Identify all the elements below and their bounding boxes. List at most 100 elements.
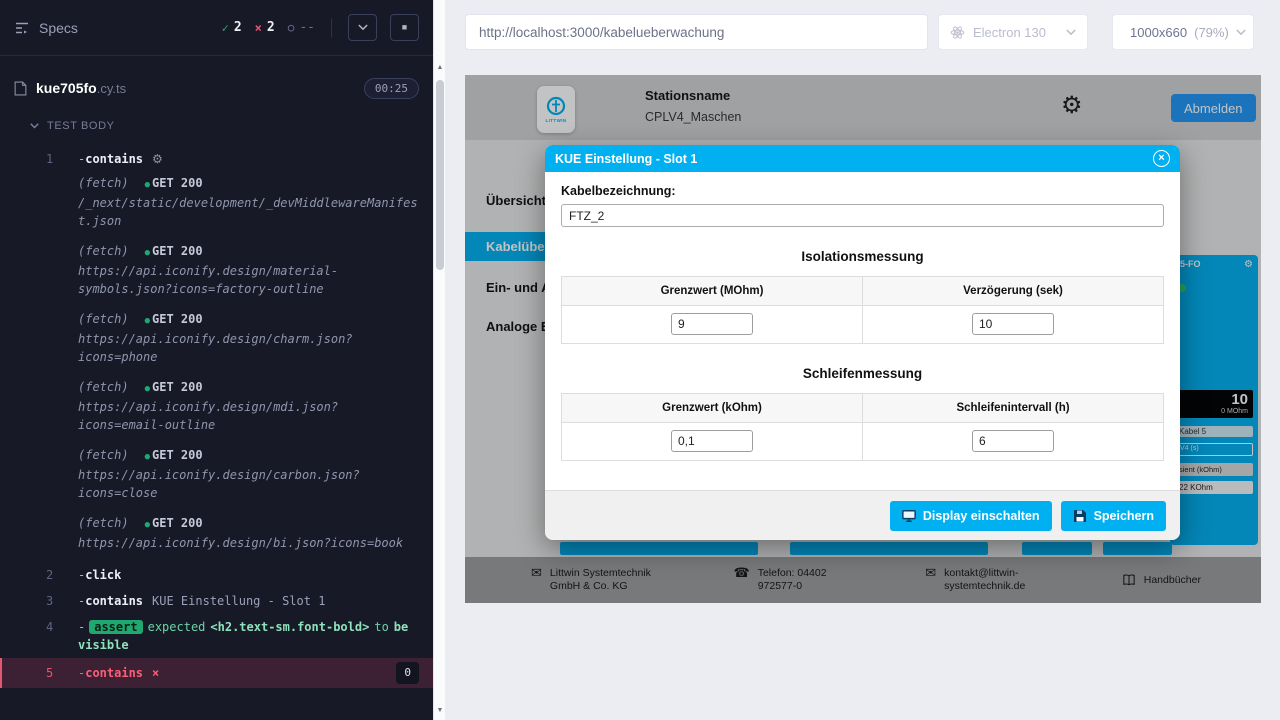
circle-icon: ○ (288, 21, 295, 34)
network-log[interactable]: (fetch)●GET 200 https://api.iconify.desi… (0, 512, 433, 556)
log-url: https://api.iconify.design/mdi.json?icon… (78, 398, 419, 434)
divider (331, 18, 332, 38)
command-number: 5 (46, 664, 78, 682)
viewport-size: 1000x660 (1130, 25, 1187, 40)
status-dot-icon: ● (145, 448, 150, 466)
command-row[interactable]: 3 -containsKUE Einstellung - Slot 1 (0, 588, 433, 614)
network-log[interactable]: (fetch)●GET 200 /_next/static/developmen… (0, 172, 433, 234)
command-row[interactable]: 2 -click (0, 562, 433, 588)
cable-name-input[interactable] (561, 204, 1164, 227)
schleifen-heading: Schleifenmessung (561, 366, 1164, 381)
iso-verzoegerung-input[interactable] (972, 313, 1054, 335)
log-method: (fetch) (78, 174, 129, 192)
log-status: GET 200 (152, 514, 203, 532)
modal-title-bar: KUE Einstellung - Slot 1 × (545, 145, 1180, 172)
electron-icon (950, 25, 965, 40)
log-method: (fetch) (78, 378, 129, 396)
retry-badge: 0 (396, 662, 419, 684)
command-row[interactable]: 1 -contains⚙ (0, 146, 433, 172)
collapse-button[interactable] (348, 14, 377, 41)
network-log[interactable]: (fetch)●GET 200 https://api.iconify.desi… (0, 308, 433, 370)
spec-extension: .cy.ts (97, 81, 126, 96)
browser-select[interactable]: Electron 130 (938, 14, 1088, 50)
command-log: 1 -contains⚙ (fetch)●GET 200 /_next/stat… (0, 140, 433, 688)
display-on-button[interactable]: Display einschalten (890, 501, 1052, 531)
stop-icon: ■ (402, 23, 407, 32)
command-number: 1 (46, 150, 78, 168)
log-status: GET 200 (152, 242, 203, 260)
command-argument: KUE Einstellung - Slot 1 (152, 594, 325, 608)
reporter-header: Specs ✓2 ×2 ○ -- ■ (0, 0, 433, 56)
network-log[interactable]: (fetch) ●GET 200 https://api.iconify.desi… (0, 376, 433, 438)
reporter-scrollbar[interactable]: ▲ ▼ (433, 0, 445, 720)
command-name: click (85, 568, 121, 582)
browser-label: Electron 130 (973, 25, 1046, 40)
pending-stat: ○ -- (288, 20, 315, 35)
section-label: TEST BODY (47, 120, 115, 132)
passed-stat: ✓2 (222, 20, 242, 35)
scrollbar-thumb[interactable] (436, 80, 444, 270)
loop-intervall-input[interactable] (972, 430, 1054, 452)
save-label: Speichern (1094, 509, 1154, 523)
url-input[interactable] (465, 14, 928, 50)
status-dot-icon: ● (145, 176, 150, 194)
status-dot-icon: ● (145, 380, 150, 398)
expander-icon: - (78, 664, 85, 682)
status-dot-icon: ● (145, 244, 150, 262)
save-button[interactable]: Speichern (1061, 501, 1166, 531)
chevron-down-icon (358, 24, 368, 31)
command-number: 2 (46, 566, 78, 584)
log-url: https://api.iconify.design/carbon.json?i… (78, 466, 419, 502)
log-url: https://api.iconify.design/material-symb… (78, 262, 419, 298)
log-method: (fetch) (78, 242, 129, 260)
fail-icon: × (152, 664, 159, 682)
command-row-failed[interactable]: 5 -contains × 0 (0, 658, 433, 688)
status-dot-icon: ● (145, 312, 150, 330)
assert-label: assert (89, 620, 142, 634)
test-body-section[interactable]: TEST BODY (0, 104, 433, 140)
loop-grenzwert-input[interactable] (671, 430, 753, 452)
status-dot-icon: ● (145, 516, 150, 534)
chevron-down-icon (1236, 29, 1246, 36)
failed-stat: ×2 (255, 20, 275, 35)
assert-element: <h2.text-sm.font-bold> (210, 620, 369, 634)
iso-col-grenzwert: Grenzwert (MOhm) (562, 277, 862, 305)
loop-col-grenzwert: Grenzwert (kOhm) (562, 394, 862, 422)
runner-toolbar: Electron 130 1000x660 (79%) (465, 14, 1254, 50)
iso-col-verzoegerung: Verzögerung (sek) (862, 277, 1163, 305)
log-method: (fetch) (78, 446, 129, 464)
spec-file-icon (14, 81, 27, 96)
aut-frame: LITTWIN Stationsname CPLV4_Maschen ⚙ Abm… (465, 75, 1261, 603)
iso-grenzwert-input[interactable] (671, 313, 753, 335)
log-status: GET 200 (152, 310, 203, 328)
gear-icon: ⚙ (152, 152, 163, 166)
network-log[interactable]: (fetch) ●GET 200 https://api.iconify.desi… (0, 444, 433, 506)
viewport-select[interactable]: 1000x660 (79%) (1112, 14, 1254, 50)
assert-text: expected (148, 620, 206, 634)
command-name: contains (85, 664, 143, 682)
specs-button[interactable]: Specs (14, 20, 78, 36)
chevron-down-icon (1066, 29, 1076, 36)
command-name: contains (85, 594, 143, 608)
modal-footer: Display einschalten Speichern (545, 490, 1180, 540)
cypress-reporter: Specs ✓2 ×2 ○-- ■ kue705fo.cy.ts 00:25 T… (0, 0, 433, 720)
monitor-icon (902, 509, 916, 523)
stop-button[interactable]: ■ (390, 14, 419, 41)
log-status: GET 200 (152, 378, 203, 396)
kue-settings-modal: KUE Einstellung - Slot 1 × Kabelbezeichn… (545, 145, 1180, 540)
chevron-down-icon (30, 123, 39, 129)
log-status: GET 200 (152, 446, 203, 464)
viewport-zoom: (79%) (1194, 25, 1229, 40)
check-icon: ✓ (222, 21, 229, 35)
command-row-assert[interactable]: 4 -assertexpected<h2.text-sm.font-bold>t… (0, 614, 433, 658)
isolation-heading: Isolationsmessung (561, 249, 1164, 264)
expander-icon: - (78, 620, 85, 634)
duration-badge: 00:25 (364, 78, 419, 99)
pending-count: -- (299, 20, 315, 35)
assert-text: to (374, 620, 388, 634)
spec-row[interactable]: kue705fo.cy.ts 00:25 (0, 72, 433, 104)
spec-name: kue705fo.cy.ts (36, 80, 126, 96)
floppy-icon (1073, 509, 1087, 523)
close-icon[interactable]: × (1153, 150, 1170, 167)
network-log[interactable]: (fetch) ●GET 200 https://api.iconify.desi… (0, 240, 433, 302)
